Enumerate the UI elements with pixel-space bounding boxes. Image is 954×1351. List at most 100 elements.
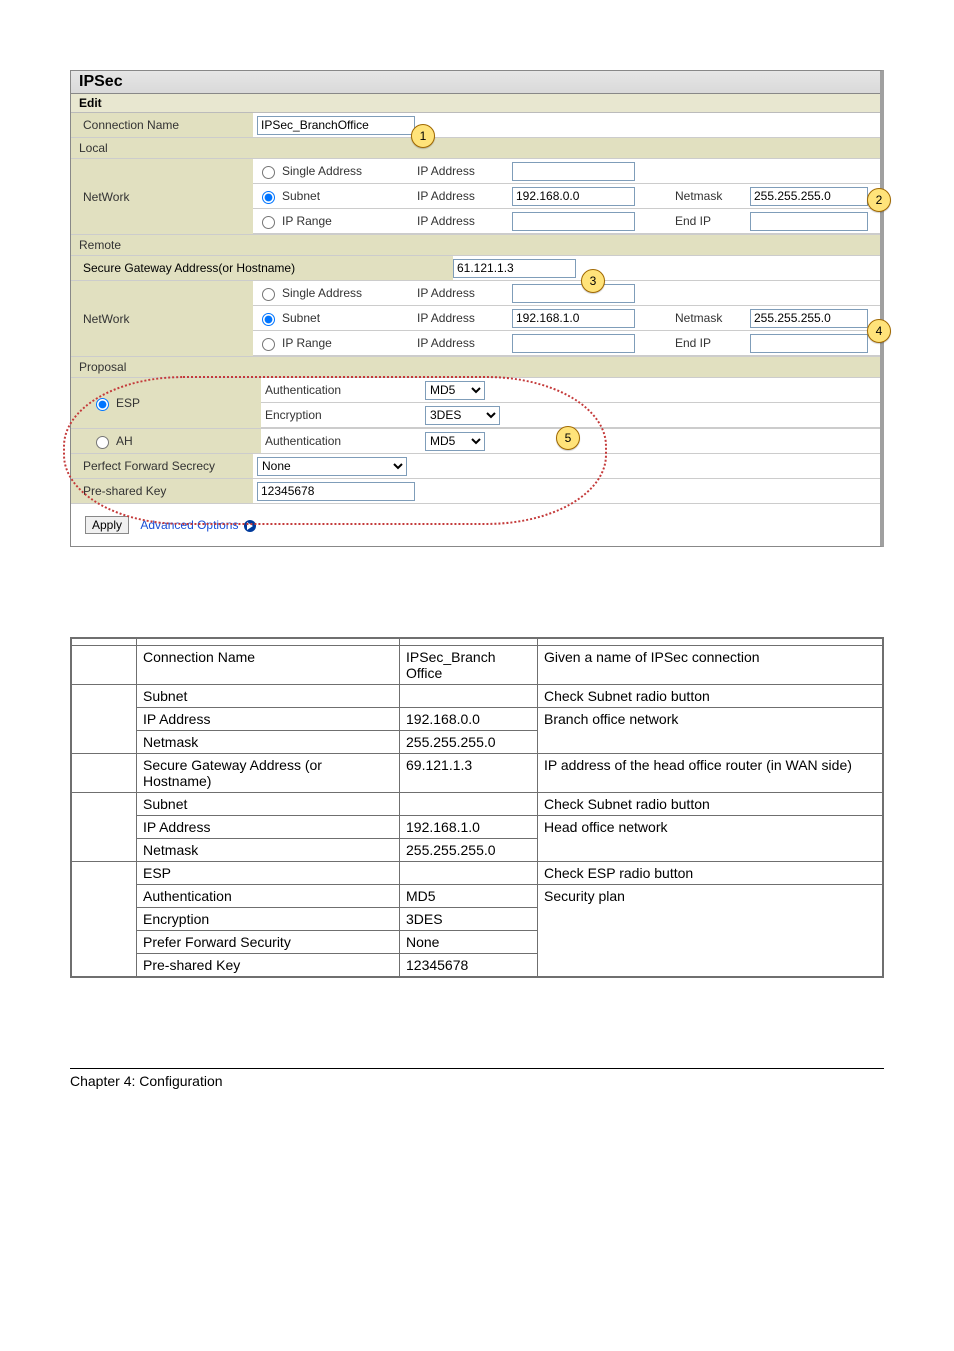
remote-single-ip-input[interactable] — [512, 284, 635, 303]
t-val: 192.168.1.0 — [400, 816, 538, 839]
t-val: 69.121.1.3 — [400, 754, 538, 793]
remote-network-label: NetWork — [71, 281, 253, 356]
local-subnet-mask-input[interactable] — [750, 187, 868, 206]
esp-auth-select[interactable]: MD5 — [425, 381, 485, 400]
proposal-section: Proposal — [71, 357, 880, 378]
t-field: ESP — [137, 862, 400, 885]
t-desc: IP address of the head office router (in… — [538, 754, 884, 793]
edit-header: Edit — [71, 94, 880, 113]
connection-name-input[interactable] — [257, 116, 415, 135]
pfs-select[interactable]: None — [257, 457, 407, 476]
label-netmask: Netmask — [675, 311, 750, 325]
label-ipaddress: IP Address — [417, 311, 512, 325]
advanced-options-link[interactable]: Advanced Options — [140, 518, 238, 532]
t-val — [400, 862, 538, 885]
esp-enc-label: Encryption — [261, 408, 425, 422]
local-network-label: NetWork — [71, 159, 253, 234]
label-ipaddress: IP Address — [417, 214, 512, 228]
t-field: Subnet — [137, 685, 400, 708]
ah-auth-select[interactable]: MD5 — [425, 432, 485, 451]
t-desc: Check Subnet radio button — [538, 793, 884, 816]
panel-title: IPSec — [71, 71, 880, 94]
t-val: 12345678 — [400, 954, 538, 978]
remote-single-radio[interactable] — [262, 288, 275, 301]
callout-1: 1 — [411, 124, 435, 148]
local-single-ip-input[interactable] — [512, 162, 635, 181]
t-field: Pre-shared Key — [137, 954, 400, 978]
t-field: IP Address — [137, 708, 400, 731]
t-field: Netmask — [137, 839, 400, 862]
remote-range-end-input[interactable] — [750, 334, 868, 353]
remote-subnet-radio[interactable] — [262, 313, 275, 326]
esp-label: ESP — [116, 396, 140, 410]
label-ipaddress: IP Address — [417, 286, 512, 300]
t-field: Authentication — [137, 885, 400, 908]
local-section: Local — [71, 138, 880, 159]
t-field: Encryption — [137, 908, 400, 931]
t-field: IP Address — [137, 816, 400, 839]
t-val: MD5 — [400, 885, 538, 908]
local-single-label: Single Address — [282, 164, 362, 178]
t-val — [400, 793, 538, 816]
callout-2: 2 — [867, 188, 891, 212]
t-field: Prefer Forward Security — [137, 931, 400, 954]
description-table: Connection Name IPSec_Branch Office Give… — [70, 637, 884, 978]
t-desc: Check ESP radio button — [538, 862, 884, 885]
ah-label: AH — [116, 434, 133, 448]
remote-range-label: IP Range — [282, 336, 332, 350]
t-val: 255.255.255.0 — [400, 731, 538, 754]
local-range-radio[interactable] — [262, 216, 275, 229]
ah-radio[interactable] — [96, 436, 109, 449]
t-desc: Branch office network — [538, 708, 884, 754]
ah-auth-label: Authentication — [261, 434, 425, 448]
t-val: 3DES — [400, 908, 538, 931]
local-subnet-label: Subnet — [282, 189, 320, 203]
t-field: Secure Gateway Address (or Hostname) — [137, 754, 400, 793]
label-netmask: Netmask — [675, 189, 750, 203]
remote-range-radio[interactable] — [262, 338, 275, 351]
page-footer: Chapter 4: Configuration — [70, 1068, 884, 1089]
t-field: Connection Name — [137, 646, 400, 685]
callout-5: 5 — [556, 426, 580, 450]
label-ipaddress: IP Address — [417, 164, 512, 178]
t-val — [400, 685, 538, 708]
t-desc: Given a name of IPSec connection — [538, 646, 884, 685]
t-val: IPSec_Branch Office — [400, 646, 538, 685]
remote-subnet-mask-input[interactable] — [750, 309, 868, 328]
apply-button[interactable]: Apply — [85, 516, 129, 534]
t-desc: Check Subnet radio button — [538, 685, 884, 708]
esp-auth-label: Authentication — [261, 383, 425, 397]
local-range-end-input[interactable] — [750, 212, 868, 231]
esp-enc-select[interactable]: 3DES — [425, 406, 500, 425]
esp-radio[interactable] — [96, 398, 109, 411]
remote-single-label: Single Address — [282, 286, 362, 300]
connection-name-label: Connection Name — [71, 113, 253, 137]
ipsec-form: IPSec Edit Connection Name Local NetWork… — [70, 70, 884, 547]
t-desc: Head office network — [538, 816, 884, 862]
t-field: Netmask — [137, 731, 400, 754]
psk-label: Pre-shared Key — [71, 479, 253, 503]
arrow-right-icon — [244, 520, 256, 532]
t-field: Subnet — [137, 793, 400, 816]
remote-section: Remote — [71, 235, 880, 256]
t-val: 255.255.255.0 — [400, 839, 538, 862]
callout-4: 4 — [867, 319, 891, 343]
t-desc: Security plan — [538, 885, 884, 978]
remote-gateway-label: Secure Gateway Address(or Hostname) — [71, 256, 453, 280]
pfs-label: Perfect Forward Secrecy — [71, 454, 253, 478]
t-val: 192.168.0.0 — [400, 708, 538, 731]
local-range-start-input[interactable] — [512, 212, 635, 231]
local-range-label: IP Range — [282, 214, 332, 228]
local-subnet-radio[interactable] — [262, 191, 275, 204]
psk-input[interactable] — [257, 482, 415, 501]
label-ipaddress: IP Address — [417, 336, 512, 350]
local-subnet-ip-input[interactable] — [512, 187, 635, 206]
remote-subnet-label: Subnet — [282, 311, 320, 325]
remote-subnet-ip-input[interactable] — [512, 309, 635, 328]
callout-3: 3 — [581, 269, 605, 293]
remote-range-start-input[interactable] — [512, 334, 635, 353]
remote-gateway-input[interactable] — [453, 259, 576, 278]
label-end-ip: End IP — [675, 336, 750, 350]
local-single-radio[interactable] — [262, 166, 275, 179]
t-val: None — [400, 931, 538, 954]
